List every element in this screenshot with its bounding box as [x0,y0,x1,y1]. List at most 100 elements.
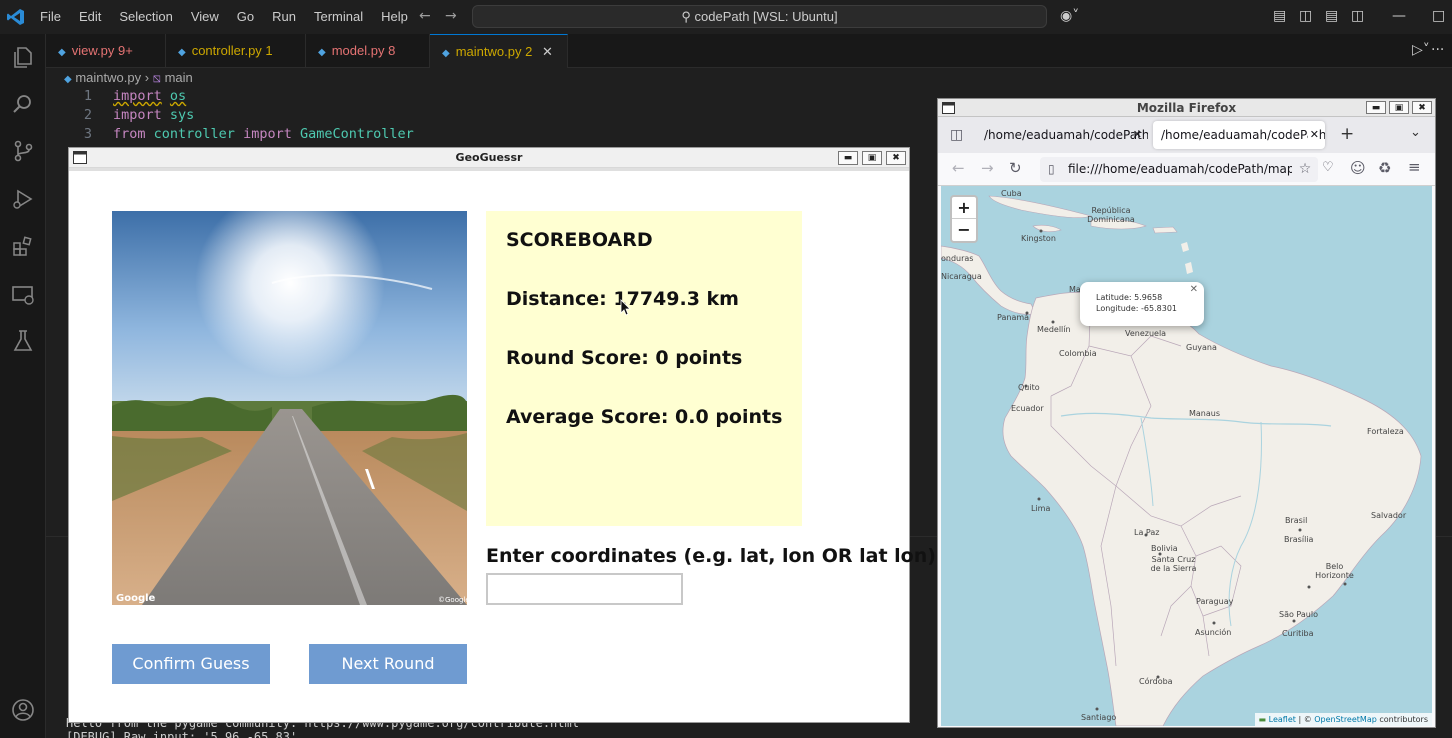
new-tab-icon[interactable]: + [1340,124,1354,144]
code-module: controller [153,126,235,142]
google-copyright: ©Google [438,596,467,604]
popup-latitude: Latitude: 5.9658 [1096,293,1163,302]
bookmark-star-icon[interactable]: ☆ [1292,157,1318,182]
game-canvas: Google ©Google SCOREBOARD Distance: 1774… [69,168,944,722]
terminal-output-line: [DEBUG] Raw input: '5.96 -65.83' [66,730,298,738]
leaflet-map[interactable]: Cuba República Dominicana Kingston ondur… [941,186,1432,726]
map-label: La Paz [1134,528,1160,537]
close-tab-icon[interactable]: ✕ [1133,121,1142,149]
command-center-label: codePath [WSL: Ubuntu] [694,9,838,24]
firefox-titlebar[interactable]: Mozilla Firefox ▬ ▣ ✖ [938,99,1435,117]
scoreboard-heading: SCOREBOARD [506,229,653,251]
zoom-in-button[interactable]: + [952,197,976,219]
pocket-icon[interactable]: ♡ [1322,160,1334,175]
back-arrow-icon[interactable]: ← [419,8,431,24]
browser-tab-active[interactable]: /home/eaduamah/codePath/✕ [1153,121,1325,149]
coordinates-input[interactable] [486,573,683,605]
window-title: GeoGuessr [455,151,523,164]
url-text: file:///home/eaduamah/codePath/map [1068,162,1295,176]
url-bar[interactable]: ▯ file:///home/eaduamah/codePath/map ☆ [1040,157,1318,182]
more-actions-icon[interactable]: ··· [1431,42,1444,58]
tab-label: view.py [71,43,115,58]
extensions-icon[interactable] [10,233,36,259]
firefox-navbar: ← → ↻ ▯ file:///home/eaduamah/codePath/m… [938,153,1435,186]
forward-arrow-icon[interactable]: → [445,8,457,24]
close-tab-icon[interactable]: ✕ [1307,121,1319,149]
map-label: Guyana [1186,343,1217,352]
explorer-icon[interactable] [10,44,36,70]
copilot-icon[interactable]: ◉˅ [1060,8,1079,24]
map-label: Fortaleza [1367,427,1404,436]
mouse-cursor-icon [620,299,631,316]
map-label: São Paulo [1279,610,1318,619]
menu-file[interactable]: File [40,9,61,24]
command-center-search[interactable]: ⚲ codePath [WSL: Ubuntu] [472,5,1047,28]
maximize-icon[interactable]: ▣ [1389,101,1409,114]
restore-icon[interactable]: □ [1432,8,1445,24]
close-tab-icon[interactable]: ✕ [542,44,553,59]
map-label: Paraguay [1196,597,1234,606]
breadcrumb-symbol[interactable]: main [165,70,193,85]
extensions-icon[interactable]: ♻ [1378,159,1391,177]
code-module: sys [169,107,195,123]
customize-layout-icon[interactable]: ▤ [1273,8,1286,24]
toggle-panel-icon[interactable]: ▤ [1325,8,1338,24]
browser-tab-label: /home/eaduamah/codePath/ [984,128,1148,142]
map-label: Belo Horizonte [1315,562,1354,580]
back-arrow-icon[interactable]: ← [952,159,965,177]
menu-go[interactable]: Go [237,9,254,24]
breadcrumb-file[interactable]: maintwo.py [75,70,141,85]
app-menu-icon[interactable]: ≡ [1408,158,1421,176]
map-label: República Dominicana [1087,206,1135,224]
tab-controller-py[interactable]: ◆ controller.py 1 [166,34,306,68]
search-icon: ⚲ [681,9,695,24]
editor-tabs: ◆ view.py 9+ ◆ controller.py 1 ◆ model.py 8… [46,34,1452,68]
code-keyword: import [243,126,292,142]
menu-edit[interactable]: Edit [79,9,101,24]
map-label: Manaus [1189,409,1221,418]
reload-icon[interactable]: ↻ [1009,159,1022,177]
minimize-icon[interactable]: — [1392,8,1406,24]
menu-terminal[interactable]: Terminal [314,9,363,24]
search-icon[interactable] [10,91,36,117]
window-title: Mozilla Firefox [1136,101,1237,115]
menu-view[interactable]: View [191,9,219,24]
run-python-file-icon[interactable]: ▷˅ [1412,42,1430,58]
testing-icon[interactable] [10,328,36,354]
close-icon[interactable]: ✖ [1412,101,1432,114]
zoom-out-button[interactable]: − [952,219,976,241]
remote-explorer-icon[interactable] [10,282,36,308]
tab-maintwo-py[interactable]: ◆ maintwo.py 2 ✕ [430,34,568,68]
run-debug-icon[interactable] [10,186,36,212]
leaflet-link[interactable]: Leaflet [1269,715,1296,724]
forward-arrow-icon[interactable]: → [981,159,994,177]
firefox-view-icon[interactable]: ◫ [950,127,963,143]
tab-view-py[interactable]: ◆ view.py 9+ [46,34,166,68]
minimize-icon[interactable]: ▬ [1366,101,1386,114]
account-icon[interactable] [10,697,36,723]
popup-close-icon[interactable]: ✕ [1190,284,1198,295]
activity-bar [0,34,46,738]
python-file-icon: ◆ [64,74,72,85]
problem-count-badge: 9+ [117,43,133,58]
toggle-sidebar-icon[interactable]: ◫ [1299,8,1312,24]
chevron-right-icon: › [144,70,150,85]
next-round-button[interactable]: Next Round [309,644,467,684]
menu-help[interactable]: Help [381,9,408,24]
browser-tab[interactable]: /home/eaduamah/codePath/✕ [976,121,1148,149]
list-tabs-icon[interactable]: ⌄ [1410,125,1421,140]
source-control-icon[interactable] [10,138,36,164]
popup-longitude: Longitude: -65.8301 [1096,304,1177,313]
menu-selection[interactable]: Selection [119,9,172,24]
geoguessr-titlebar[interactable]: GeoGuessr ▬ ▣ ✖ [69,148,909,168]
tab-model-py[interactable]: ◆ model.py 8 [306,34,430,68]
maximize-icon[interactable]: ▣ [862,151,882,165]
close-icon[interactable]: ✖ [886,151,906,165]
menu-run[interactable]: Run [272,9,296,24]
minimize-icon[interactable]: ▬ [838,151,858,165]
code-keyword: from [113,126,146,142]
confirm-guess-button[interactable]: Confirm Guess [112,644,270,684]
account-icon[interactable]: ☺ [1350,159,1366,177]
osm-link[interactable]: OpenStreetMap [1314,715,1377,724]
toggle-secondary-sidebar-icon[interactable]: ◫ [1351,8,1364,24]
